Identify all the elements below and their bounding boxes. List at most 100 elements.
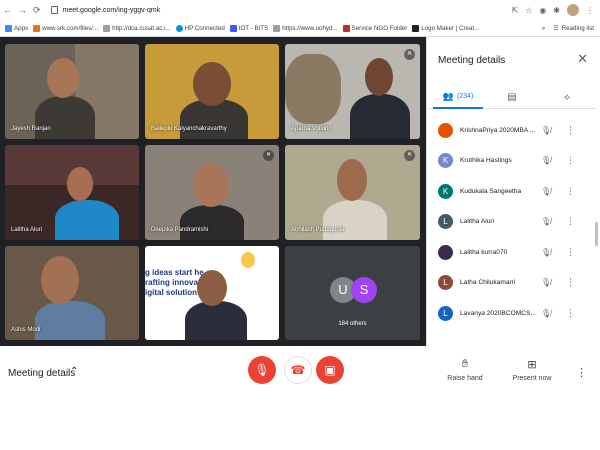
participant-tile[interactable]: Jayesh Ranjan: [5, 44, 139, 139]
menu-icon[interactable]: ⋮: [586, 6, 594, 15]
star-icon[interactable]: ☆: [525, 6, 532, 15]
present-icon: ⊞: [527, 359, 537, 371]
muted-mic-icon: 🎙︎̸: [541, 247, 552, 257]
avatar: [438, 244, 453, 260]
participant-face: [67, 167, 93, 201]
muted-mic-icon: 🎙︎̸: [541, 186, 552, 196]
participant-list-name: Lavanya 2020BCOMCS...: [460, 309, 536, 317]
present-now-button[interactable]: ⊞ Present now: [508, 358, 556, 382]
apps-icon: [5, 24, 12, 32]
participant-tile[interactable]: Ashis Modi: [5, 246, 139, 340]
more-options-icon[interactable]: ⋮: [576, 366, 587, 379]
back-icon[interactable]: ←: [3, 5, 12, 16]
tab-activities[interactable]: ⟡: [542, 85, 592, 109]
participant-name: Jayesh Ranjan: [11, 126, 51, 132]
more-options-icon[interactable]: ⋮: [566, 308, 575, 319]
forward-icon[interactable]: →: [18, 5, 27, 16]
bookmark-item[interactable]: Apps: [5, 24, 28, 32]
list-item[interactable]: K Kudukala Sangeetha 🎙︎̸ ⋮: [427, 176, 597, 207]
bookmark-item[interactable]: Logo Maker | Creat...: [412, 24, 480, 32]
profile-avatar[interactable]: [567, 4, 579, 16]
tab-chat[interactable]: ▤: [487, 85, 537, 109]
hand-icon: ✋︎: [461, 358, 469, 370]
others-tile[interactable]: U S 184 others: [285, 246, 420, 340]
participant-tile[interactable]: Aparna Volluru ✕: [285, 44, 420, 139]
scrollbar[interactable]: [595, 222, 598, 246]
more-options-icon[interactable]: ⋮: [566, 277, 575, 288]
hang-up-icon: ☎: [290, 363, 306, 377]
avatar: L: [438, 214, 453, 230]
participant-tile[interactable]: Abhilash Puttagunta ✕: [285, 145, 420, 240]
list-item[interactable]: L Lavanya 2020BCOMCS... 🎙︎̸ ⋮: [427, 298, 597, 329]
bookmark-item[interactable]: Service NGO Folder: [342, 24, 407, 32]
participant-video: [185, 301, 247, 340]
participant-list-name: Lalitha Aluri: [460, 218, 495, 226]
participant-tile[interactable]: Deepika Pandramishi ✕: [145, 145, 279, 240]
screen: ← → ⟳ meet.google.com/ing-yggv-qmk ⇱ ☆ ◉…: [0, 0, 600, 450]
bookmark-favicon: [412, 24, 420, 32]
bookmarks-bar: Apps www.srk.com/files/... http://dca.cu…: [0, 20, 600, 37]
share-icon[interactable]: ⇱: [511, 6, 518, 15]
close-icon[interactable]: ✕: [577, 51, 588, 67]
tile-background: [285, 54, 341, 124]
participant-tile[interactable]: g ideas start he rafting innovat igital …: [145, 246, 279, 340]
muted-mic-icon: ✕: [404, 49, 415, 60]
chevron-up-icon[interactable]: ⌃: [70, 366, 78, 377]
list-item[interactable]: KrishnaPriya 2020MBA ... 🎙︎̸ ⋮: [427, 115, 597, 146]
list-item[interactable]: Lalitha kurra070 🎙︎̸ ⋮: [427, 237, 597, 268]
bookmark-favicon: [33, 24, 41, 32]
muted-mic-icon: 🎙︎̸: [541, 156, 552, 166]
more-options-icon[interactable]: ⋮: [566, 247, 575, 258]
leave-call-button[interactable]: ☎: [284, 356, 312, 384]
participant-name: Ashis Modi: [11, 327, 41, 333]
bookmark-label: www.srk.com/files/...: [42, 24, 99, 32]
chat-icon: ▤: [507, 91, 517, 103]
lock-icon: [50, 6, 58, 14]
extensions: ⇱ ☆ ◉ ✱ ⋮: [511, 4, 600, 16]
avatar: L: [438, 305, 453, 321]
url-field[interactable]: meet.google.com/ing-yggv-qmk: [50, 6, 512, 14]
bookmark-item[interactable]: IOT - BITS: [229, 24, 268, 32]
avatar-s: S: [351, 277, 377, 303]
muted-mic-icon: ✕: [263, 150, 274, 161]
list-item[interactable]: K Kruthika Hastings 🎙︎̸ ⋮: [427, 146, 597, 177]
bookmark-label: Logo Maker | Creat...: [421, 24, 480, 32]
bookmark-item[interactable]: http://dca.cusat.ac.i...: [103, 24, 171, 32]
panel-tabs: 👥 (234) ▤ ⟡: [427, 85, 597, 109]
bookmark-favicon: [175, 24, 183, 32]
list-item[interactable]: L Latha Chilukamarri 🎙︎̸ ⋮: [427, 268, 597, 299]
bookmark-label: HP Connected: [184, 24, 225, 32]
bottom-bar: Meeting details ⌃ 🎙︎ ☎ ▣ ✋︎ Raise hand ⊞…: [0, 346, 600, 402]
more-options-icon[interactable]: ⋮: [566, 186, 575, 197]
lightbulb-icon: [241, 252, 255, 268]
participant-face: [41, 256, 79, 304]
participant-video: [180, 205, 244, 240]
reload-icon[interactable]: ⟳: [33, 5, 41, 16]
more-options-icon[interactable]: ⋮: [566, 216, 575, 227]
camera-toggle-button[interactable]: ▣: [316, 356, 344, 384]
participant-name: Lalitha Aluri: [11, 227, 43, 233]
mic-toggle-button[interactable]: 🎙︎: [248, 356, 276, 384]
participant-list: KrishnaPriya 2020MBA ... 🎙︎̸ ⋮ K Kruthik…: [427, 115, 597, 329]
bookmark-item[interactable]: https://www.uohyd...: [273, 24, 338, 32]
url-text: meet.google.com/ing-yggv-qmk: [62, 6, 161, 14]
raise-hand-button[interactable]: ✋︎ Raise hand: [446, 358, 484, 382]
participant-tile[interactable]: Lalitha Aluri: [5, 145, 139, 240]
tab-people[interactable]: 👥 (234): [433, 85, 483, 109]
extension-icon[interactable]: ◉: [539, 6, 546, 15]
participant-tile[interactable]: Balleplu Kalyanchakravarthy: [145, 44, 279, 139]
bookmark-item[interactable]: HP Connected: [175, 24, 225, 32]
more-options-icon[interactable]: ⋮: [566, 125, 575, 136]
meeting-details-panel: Meeting details ✕ 👥 (234) ▤ ⟡ KrishnaPri…: [426, 37, 600, 346]
more-options-icon[interactable]: ⋮: [566, 155, 575, 166]
meeting-details-label[interactable]: Meeting details: [8, 368, 75, 379]
more-bookmarks-icon[interactable]: »: [542, 25, 545, 32]
participant-video: [35, 301, 105, 340]
bookmark-favicon: [342, 24, 350, 32]
reading-list-button[interactable]: ☰ Reading list: [553, 25, 594, 32]
list-item[interactable]: L Lalitha Aluri 🎙︎̸ ⋮: [427, 207, 597, 238]
puzzle-icon[interactable]: ✱: [553, 6, 560, 15]
shared-slide: g ideas start he rafting innovat igital …: [145, 268, 204, 297]
bookmark-item[interactable]: www.srk.com/files/...: [33, 24, 99, 32]
participant-name: Balleplu Kalyanchakravarthy: [151, 126, 227, 132]
